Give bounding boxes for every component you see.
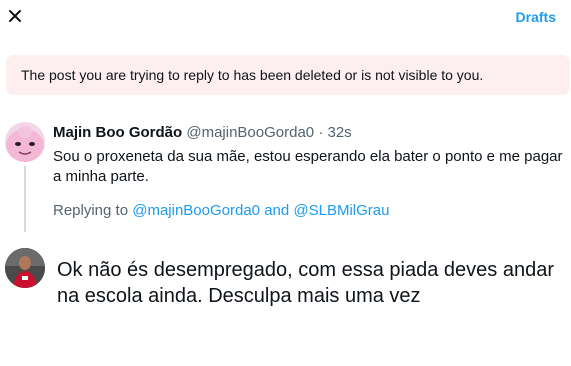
mention-link[interactable]: @SLBMilGrau: [293, 202, 389, 219]
replying-prefix: Replying to: [53, 202, 129, 219]
tweet-header: Majin Boo Gordão @majinBooGorda0 · 32s: [53, 124, 352, 141]
replying-and[interactable]: and: [264, 202, 289, 219]
drafts-button[interactable]: Drafts: [516, 9, 556, 25]
reply-compose-input[interactable]: Ok não és desempregado, com essa piada d…: [57, 257, 557, 309]
author-handle[interactable]: @majinBooGorda0: [186, 124, 314, 141]
notice-text: The post you are trying to reply to has …: [21, 67, 484, 83]
thread-connector: [24, 166, 26, 232]
avatar[interactable]: [5, 122, 45, 162]
close-button[interactable]: [6, 7, 26, 27]
close-icon: [9, 10, 21, 22]
deleted-post-notice: The post you are trying to reply to has …: [6, 55, 570, 95]
tweet-text: Sou o proxeneta da sua mãe, estou espera…: [53, 148, 563, 185]
tweet-time[interactable]: 32s: [327, 124, 351, 141]
separator-dot: ·: [318, 124, 324, 141]
replying-to: Replying to @majinBooGorda0 and @SLBMilG…: [53, 202, 389, 219]
avatar-image: [5, 122, 45, 162]
user-avatar-image: [5, 248, 45, 288]
author-name[interactable]: Majin Boo Gordão: [53, 124, 182, 141]
mention-link[interactable]: @majinBooGorda0: [132, 202, 260, 219]
user-avatar[interactable]: [5, 248, 45, 288]
top-bar: Drafts: [0, 0, 571, 36]
